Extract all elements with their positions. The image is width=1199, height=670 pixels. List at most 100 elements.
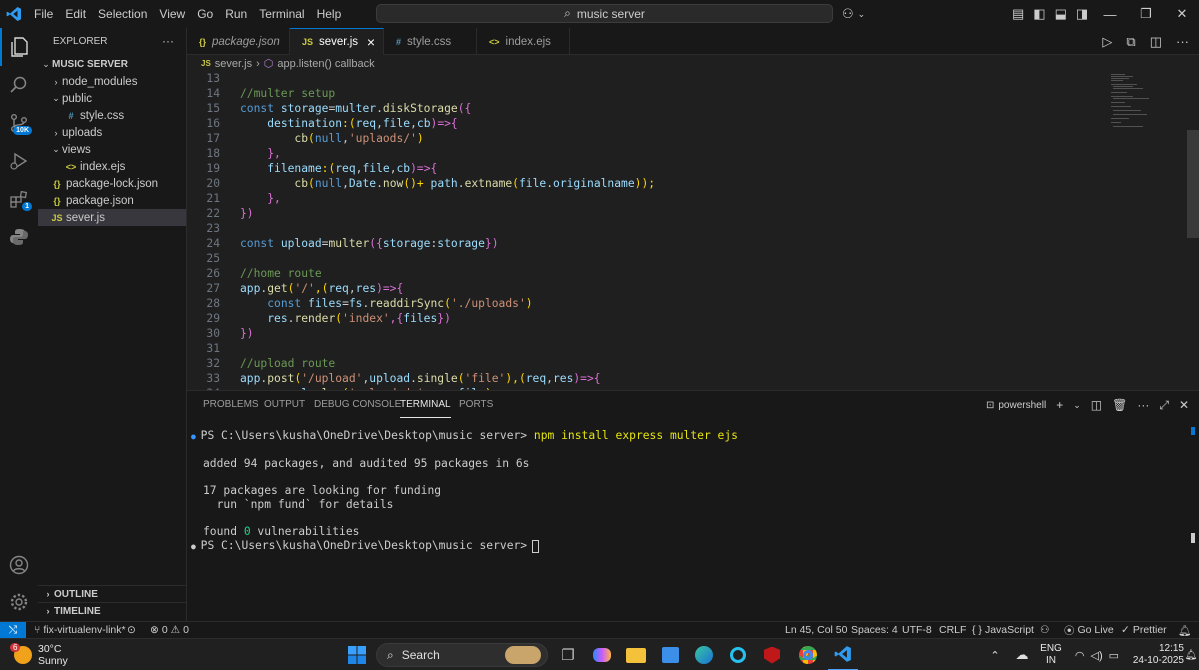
system-tray[interactable]: ◠ ◁) ▭ — [1072, 639, 1122, 670]
onedrive-cloud-icon[interactable]: ☁ — [1012, 639, 1032, 670]
close-tab-icon[interactable]: × — [367, 34, 375, 50]
problems-indicator[interactable]: ⊗ 0 ⚠ 0 — [150, 622, 189, 638]
new-terminal-icon[interactable]: + — [1056, 398, 1063, 412]
more-actions-icon[interactable]: ··· — [1176, 34, 1189, 49]
chrome-icon[interactable] — [796, 639, 820, 670]
encoding[interactable]: UTF-8 — [902, 622, 932, 638]
line-ending[interactable]: CRLF — [939, 622, 966, 638]
menu-selection[interactable]: Selection — [92, 0, 153, 28]
more-actions-icon[interactable]: ··· — [1137, 398, 1149, 412]
breadcrumb-file[interactable]: sever.js — [215, 58, 252, 70]
panel-tab-problems[interactable]: PROBLEMS — [203, 391, 259, 418]
python-icon[interactable] — [0, 218, 38, 256]
menu-file[interactable]: File — [28, 0, 59, 28]
maximize-panel-icon[interactable]: ⤢ — [1159, 398, 1169, 413]
toggle-secondary-sidebar-icon[interactable]: ◨ — [1076, 6, 1088, 22]
toggle-panel-icon[interactable]: ⬓ — [1055, 6, 1067, 22]
kill-terminal-icon[interactable]: 🗑 — [1112, 398, 1127, 412]
tab-sever-js[interactable]: JS sever.js × — [290, 28, 384, 55]
chevron-down-icon[interactable]: ⌄ — [1073, 400, 1081, 411]
minimap[interactable] — [1109, 72, 1159, 132]
panel-tab-terminal[interactable]: TERMINAL — [400, 391, 451, 418]
command-center-search[interactable]: ⌕ music server — [376, 4, 833, 23]
menu-edit[interactable]: Edit — [59, 0, 92, 28]
minimize-button[interactable]: — — [1092, 7, 1128, 22]
go-live-button[interactable]: ⦿ Go Live — [1064, 622, 1114, 638]
customize-layout-icon[interactable]: ▤ — [1012, 6, 1024, 22]
notification-bell-icon[interactable]: 🔔︎ — [1185, 639, 1198, 670]
tab-index-ejs[interactable]: <> index.ejs — [477, 28, 570, 55]
tree-item-style-css[interactable]: # style.css — [38, 107, 186, 124]
weather-widget[interactable]: 6 30°C Sunny — [10, 639, 74, 670]
workspace-root[interactable]: ⌄ MUSIC SERVER — [38, 56, 186, 73]
toggle-primary-sidebar-icon[interactable]: ◧ — [1033, 6, 1045, 22]
search-icon[interactable] — [0, 66, 38, 104]
indentation[interactable]: Spaces: 4 — [851, 622, 898, 638]
tree-item-public[interactable]: ⌄ public — [38, 90, 186, 107]
more-actions-icon[interactable]: ··· — [162, 34, 174, 48]
code-editor[interactable]: 13 14 //multer setup 15 const storage=multer… — [187, 72, 1199, 390]
mcafee-icon[interactable] — [760, 639, 784, 670]
menu-view[interactable]: View — [153, 0, 191, 28]
branch-indicator[interactable]: ⑂ fix-virtualenv-link* — [34, 622, 126, 638]
tree-item-package-lock-json[interactable]: {} package-lock.json — [38, 175, 186, 192]
language-mode[interactable]: { } JavaScript — [972, 622, 1034, 638]
task-view-icon[interactable]: ❐ — [556, 639, 580, 670]
run-file-icon[interactable]: ▷ — [1102, 34, 1112, 50]
terminal-scrollbar[interactable] — [1191, 533, 1195, 543]
tree-item-sever-js[interactable]: JS sever.js — [38, 209, 186, 226]
tab-style-css[interactable]: # style.css — [384, 28, 477, 55]
taskbar-search[interactable]: ⌕ Search — [376, 643, 548, 667]
edge-browser-icon[interactable] — [692, 639, 716, 670]
tree-item-views[interactable]: ⌄ views — [38, 141, 186, 158]
notifications-bell-icon[interactable]: 🔔︎ — [1178, 622, 1191, 638]
outline-section[interactable]: › OUTLINE — [38, 585, 187, 602]
menu-run[interactable]: Run — [219, 0, 253, 28]
extensions-icon[interactable]: 1 — [0, 180, 38, 218]
store-icon[interactable] — [658, 639, 682, 670]
clock[interactable]: 12:15 24-10-2025 — [1132, 639, 1184, 670]
run-debug-icon[interactable] — [0, 142, 38, 180]
input-language[interactable]: ENG IN — [1040, 639, 1062, 670]
source-control-icon[interactable]: 10K — [0, 104, 38, 142]
split-editor-icon[interactable]: ◫ — [1150, 34, 1162, 50]
panel-tab-debug-console[interactable]: DEBUG CONSOLE — [314, 391, 401, 418]
menu-go[interactable]: Go — [191, 0, 219, 28]
cursor-position[interactable]: Ln 45, Col 50 — [785, 622, 847, 638]
file-explorer-icon[interactable] — [624, 639, 648, 670]
tree-item-index-ejs[interactable]: <> index.ejs — [38, 158, 186, 175]
terminal-shell-selector[interactable]: ⊡ powershell — [986, 400, 1046, 411]
chevron-down-icon[interactable]: ⌄ — [858, 9, 866, 20]
vscode-logo-icon[interactable] — [0, 0, 28, 28]
menu-terminal[interactable]: Terminal — [253, 0, 310, 28]
panel-tab-ports[interactable]: PORTS — [459, 391, 493, 418]
vscode-taskbar-icon[interactable] — [828, 639, 858, 670]
sync-icon[interactable]: ⊙ — [127, 622, 136, 638]
tree-item-node-modules[interactable]: › node_modules — [38, 73, 186, 90]
accounts-icon[interactable] — [0, 546, 38, 584]
open-preview-icon[interactable]: ⧉ — [1126, 34, 1135, 50]
show-hidden-icons-chevron-icon[interactable]: ⌃ — [986, 639, 1004, 670]
explorer-icon[interactable] — [0, 28, 38, 66]
split-terminal-icon[interactable]: ◫ — [1091, 398, 1102, 412]
prettier-status[interactable]: ✓ Prettier — [1121, 622, 1167, 638]
close-window-button[interactable]: ✕ — [1164, 6, 1199, 22]
remote-indicator-icon[interactable]: ⤭ — [0, 622, 26, 638]
tree-item-uploads[interactable]: › uploads — [38, 124, 186, 141]
alexa-icon[interactable] — [726, 639, 750, 670]
menu-help[interactable]: Help — [311, 0, 348, 28]
panel-tab-output[interactable]: OUTPUT — [264, 391, 305, 418]
close-panel-icon[interactable]: ✕ — [1179, 398, 1189, 412]
copilot-status-icon[interactable]: ⚇ — [1040, 622, 1049, 638]
copilot-icon[interactable]: ⚇ — [842, 6, 854, 22]
timeline-section[interactable]: › TIMELINE — [38, 602, 187, 619]
terminal-cursor[interactable] — [532, 539, 540, 553]
restore-button[interactable]: ❐ — [1128, 6, 1164, 22]
tree-item-package-json[interactable]: {} package.json — [38, 192, 186, 209]
editor-scrollbar[interactable] — [1187, 130, 1199, 238]
copilot-app-icon[interactable] — [590, 639, 614, 670]
manage-gear-icon[interactable] — [0, 583, 38, 621]
tab-package-json[interactable]: {} package.json — [187, 28, 290, 55]
breadcrumb-symbol[interactable]: app.listen() callback — [277, 58, 374, 70]
start-button[interactable] — [344, 639, 370, 670]
